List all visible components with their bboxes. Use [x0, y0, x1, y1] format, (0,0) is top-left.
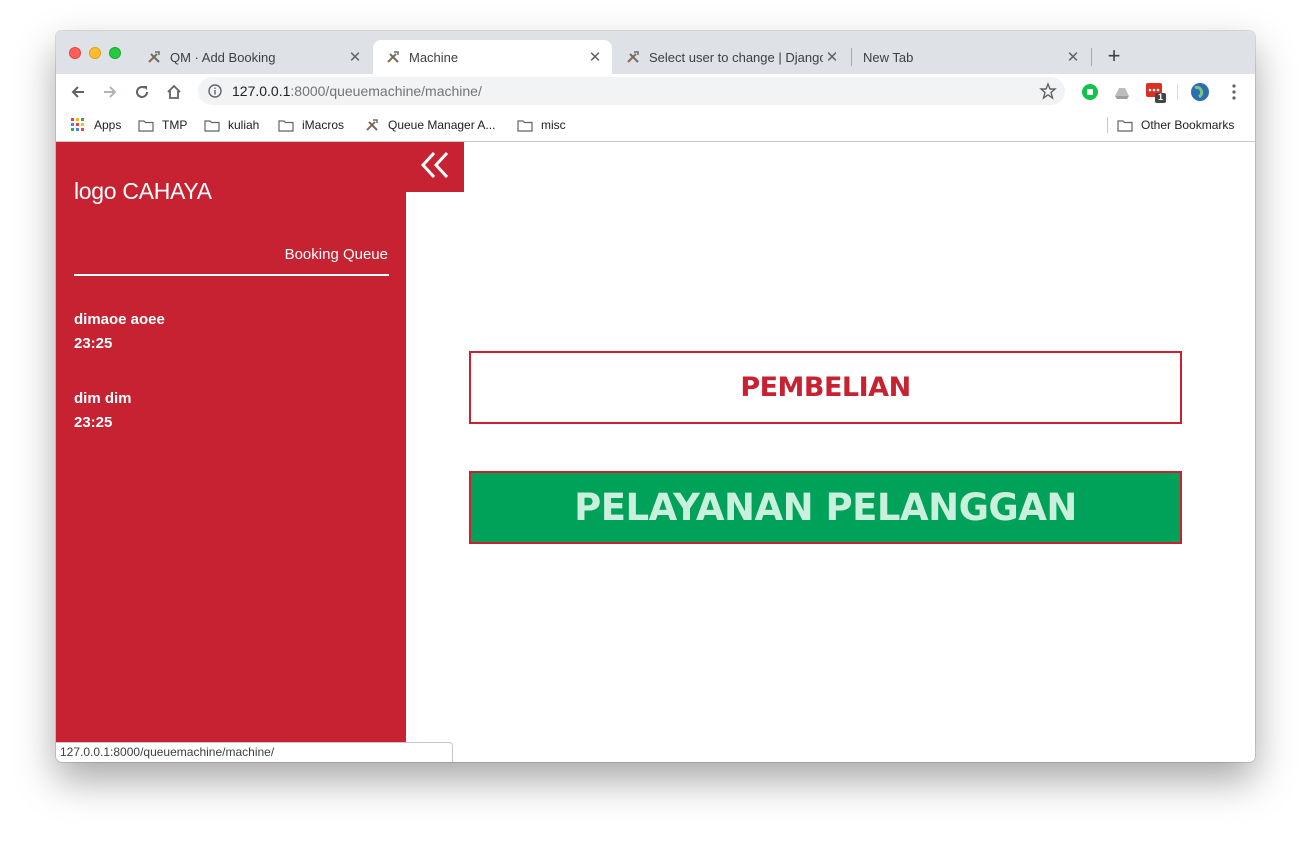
- folder-icon: [1117, 118, 1133, 132]
- green-extension-icon[interactable]: [1080, 82, 1100, 102]
- tools-icon: [625, 49, 641, 65]
- tools-icon: [146, 49, 162, 65]
- purchase-button[interactable]: PEMBELIAN: [469, 351, 1182, 424]
- bookmark-label: Queue Manager A...: [388, 118, 496, 132]
- queue-item: dimaoe aoee 23:25: [74, 308, 165, 356]
- tab-close-icon[interactable]: ✕: [1064, 48, 1082, 66]
- window-minimize-button[interactable]: [89, 47, 101, 59]
- bookmark-label: misc: [541, 118, 566, 132]
- tab-separator: [1091, 48, 1092, 66]
- tab-new-tab[interactable]: New Tab ✕: [851, 40, 1090, 74]
- bookmark-label: kuliah: [228, 118, 260, 132]
- bookmarks-bar: Apps TMP kuliah iMacros Queue Manager A.…: [56, 109, 1255, 142]
- tab-label: New Tab: [863, 49, 914, 65]
- double-chevron-left-icon: [420, 150, 450, 185]
- tab-add-booking[interactable]: QM · Add Booking ✕: [134, 40, 372, 74]
- info-icon[interactable]: [207, 83, 223, 99]
- bookmark-misc[interactable]: misc: [517, 116, 566, 134]
- tools-icon: [385, 49, 401, 65]
- new-tab-plus-icon[interactable]: +: [1103, 45, 1125, 67]
- bookmark-label: iMacros: [302, 118, 345, 132]
- queue-item-time: 23:25: [74, 414, 113, 431]
- home-icon[interactable]: [162, 80, 186, 104]
- queue-item-name: dim dim: [74, 390, 132, 407]
- folder-icon: [517, 118, 533, 132]
- queue-title: Booking Queue: [284, 246, 388, 263]
- logo: logo CAHAYA: [74, 178, 212, 204]
- tab-label: Machine: [409, 49, 459, 65]
- tab-label: QM · Add Booking: [170, 49, 276, 65]
- back-arrow-icon[interactable]: [66, 80, 90, 104]
- bookmark-queue-manager[interactable]: Queue Manager A...: [364, 116, 495, 134]
- profile-avatar[interactable]: [1190, 82, 1210, 102]
- apps-grid-icon: [70, 118, 86, 132]
- address-bar[interactable]: 127.0.0.1:8000/queuemachine/machine/: [198, 77, 1065, 105]
- bookmark-other[interactable]: Other Bookmarks: [1117, 116, 1234, 134]
- queue-item: dim dim 23:25: [74, 387, 132, 435]
- url-host: 127.0.0.1: [232, 83, 291, 99]
- customer-service-button[interactable]: PELAYANAN PELANGGAN: [469, 471, 1182, 544]
- folder-icon: [138, 118, 154, 132]
- tools-icon: [364, 118, 380, 132]
- toolbar-separator: [1177, 84, 1178, 100]
- browser-window: QM · Add Booking ✕ Machine ✕ Select user…: [56, 31, 1255, 762]
- tab-django-users[interactable]: Select user to change | Django ✕: [613, 40, 849, 74]
- tab-close-icon[interactable]: ✕: [586, 48, 604, 66]
- tab-machine[interactable]: Machine ✕: [373, 40, 612, 74]
- tab-close-icon[interactable]: ✕: [823, 48, 841, 66]
- bookmark-kuliah[interactable]: kuliah: [204, 116, 259, 134]
- bookmark-apps[interactable]: Apps: [70, 116, 121, 134]
- tab-close-icon[interactable]: ✕: [346, 48, 364, 66]
- bookmark-imacros[interactable]: iMacros: [278, 116, 344, 134]
- url-path: :8000/queuemachine/machine/: [290, 83, 482, 99]
- status-bar: 127.0.0.1:8000/queuemachine/machine/: [56, 742, 453, 762]
- queue-divider: [74, 274, 389, 276]
- tab-strip: QM · Add Booking ✕ Machine ✕ Select user…: [56, 31, 1255, 74]
- extension-badge: 1: [1158, 92, 1164, 102]
- bookmark-tmp[interactable]: TMP: [138, 116, 187, 134]
- red-extension-icon[interactable]: 1: [1145, 82, 1166, 103]
- reload-icon[interactable]: [130, 80, 154, 104]
- bookmark-label: TMP: [162, 118, 188, 132]
- queue-item-name: dimaoe aoee: [74, 311, 165, 328]
- bookmark-label: Apps: [94, 118, 122, 132]
- tab-label: Select user to change | Django: [649, 49, 823, 65]
- menu-kebab-icon[interactable]: [1224, 82, 1244, 102]
- bookmark-separator: [1107, 117, 1108, 133]
- window-maximize-button[interactable]: [109, 47, 121, 59]
- bookmark-label: Other Bookmarks: [1141, 118, 1235, 132]
- queue-item-time: 23:25: [74, 335, 113, 352]
- sidebar-collapse-button[interactable]: [406, 142, 464, 192]
- forward-arrow-icon[interactable]: [98, 80, 122, 104]
- sidebar: logo CAHAYA Booking Queue dimaoe aoee 23…: [56, 142, 406, 762]
- window-close-button[interactable]: [69, 47, 81, 59]
- folder-icon: [278, 118, 294, 132]
- folder-icon: [204, 118, 220, 132]
- drive-extension-icon[interactable]: [1112, 82, 1132, 102]
- page-content: logo CAHAYA Booking Queue dimaoe aoee 23…: [56, 142, 1255, 762]
- bookmark-star-icon[interactable]: [1039, 82, 1057, 100]
- browser-toolbar: 127.0.0.1:8000/queuemachine/machine/ 1: [56, 74, 1255, 109]
